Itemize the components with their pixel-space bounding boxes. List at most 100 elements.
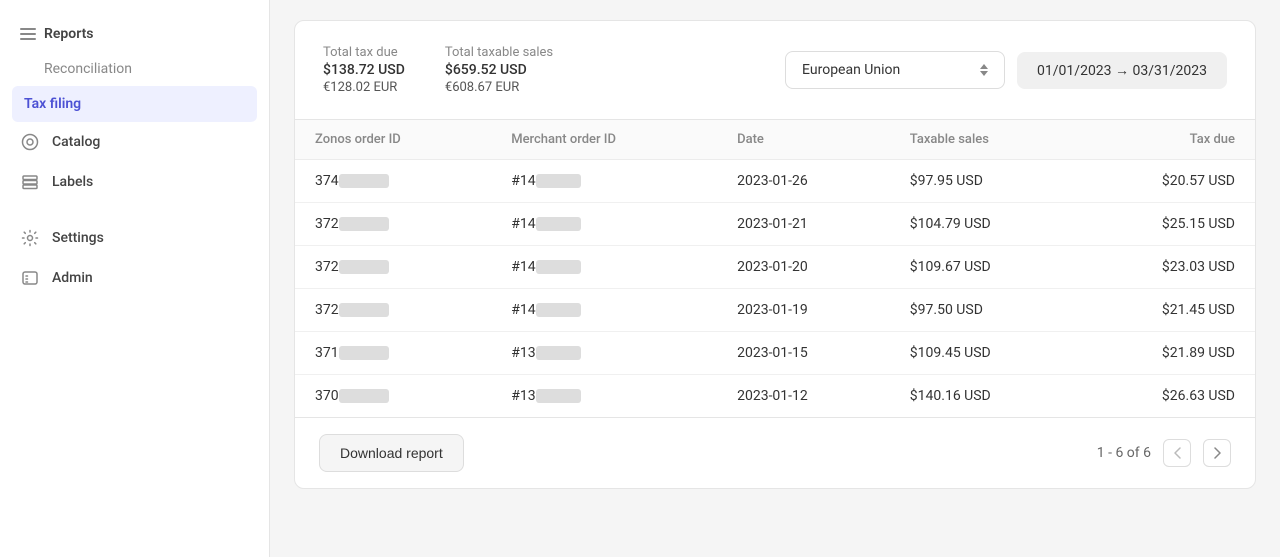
zonos-id-blur bbox=[339, 174, 389, 188]
merchant-id-blur bbox=[536, 303, 581, 317]
cell-tax-due: $21.45 USD bbox=[1079, 289, 1255, 332]
total-taxable-sales-block: Total taxable sales $659.52 USD €608.67 … bbox=[445, 45, 553, 95]
merchant-id-blur bbox=[536, 260, 581, 274]
chevron-right-icon bbox=[1214, 447, 1221, 459]
col-zonos-order-id: Zonos order ID bbox=[295, 120, 491, 160]
cell-date: 2023-01-26 bbox=[717, 160, 890, 203]
zonos-id-prefix: 372 bbox=[315, 302, 339, 318]
cell-tax-due: $25.15 USD bbox=[1079, 203, 1255, 246]
catalog-icon bbox=[20, 132, 40, 152]
cell-taxable-sales: $97.50 USD bbox=[890, 289, 1079, 332]
cell-zonos-id: 372 bbox=[295, 246, 491, 289]
merchant-id-blur bbox=[536, 217, 581, 231]
prev-page-button[interactable] bbox=[1163, 439, 1191, 467]
cell-zonos-id: 370 bbox=[295, 375, 491, 418]
download-report-button[interactable]: Download report bbox=[319, 434, 464, 472]
total-tax-due-usd: $138.72 USD bbox=[323, 62, 405, 78]
zonos-id-blur bbox=[339, 217, 389, 231]
merchant-id-blur bbox=[536, 346, 581, 360]
cell-tax-due: $26.63 USD bbox=[1079, 375, 1255, 418]
cell-zonos-id: 371 bbox=[295, 332, 491, 375]
date-range-selector[interactable]: 01/01/2023 → 03/31/2023 bbox=[1017, 52, 1227, 89]
cell-taxable-sales: $140.16 USD bbox=[890, 375, 1079, 418]
labels-icon bbox=[20, 172, 40, 192]
total-taxable-sales-label: Total taxable sales bbox=[445, 45, 553, 60]
select-chevrons-icon bbox=[980, 64, 988, 76]
cell-taxable-sales: $109.67 USD bbox=[890, 246, 1079, 289]
cell-merchant-id: #14 bbox=[491, 203, 717, 246]
admin-icon bbox=[20, 268, 40, 288]
sidebar-item-tax-filing[interactable]: Tax filing bbox=[12, 86, 257, 122]
pagination: 1 - 6 of 6 bbox=[1097, 439, 1231, 467]
region-select[interactable]: European Union bbox=[785, 51, 1005, 89]
sidebar-reports-section: Reports bbox=[0, 16, 269, 52]
cell-merchant-id: #13 bbox=[491, 332, 717, 375]
cell-merchant-id: #14 bbox=[491, 289, 717, 332]
zonos-id-blur bbox=[339, 303, 389, 317]
sidebar-item-labels[interactable]: Labels bbox=[0, 162, 269, 202]
total-taxable-sales-usd: $659.52 USD bbox=[445, 62, 553, 78]
card-footer: Download report 1 - 6 of 6 bbox=[295, 417, 1255, 488]
cell-tax-due: $20.57 USD bbox=[1079, 160, 1255, 203]
col-taxable-sales: Taxable sales bbox=[890, 120, 1079, 160]
cell-date: 2023-01-12 bbox=[717, 375, 890, 418]
cell-zonos-id: 372 bbox=[295, 203, 491, 246]
zonos-id-prefix: 371 bbox=[315, 345, 339, 361]
cell-zonos-id: 372 bbox=[295, 289, 491, 332]
merchant-id-prefix: #13 bbox=[511, 388, 535, 404]
zonos-id-blur bbox=[339, 346, 389, 360]
table-row: 370 #13 2023-01-12$140.16 USD$26.63 USD bbox=[295, 375, 1255, 418]
zonos-id-prefix: 372 bbox=[315, 259, 339, 275]
cell-merchant-id: #14 bbox=[491, 160, 717, 203]
settings-icon bbox=[20, 228, 40, 248]
sidebar: Reports Reconciliation Tax filing Catalo… bbox=[0, 0, 270, 557]
table-row: 374 #14 2023-01-26$97.95 USD$20.57 USD bbox=[295, 160, 1255, 203]
orders-table: Zonos order ID Merchant order ID Date Ta… bbox=[295, 120, 1255, 417]
total-taxable-sales-eur: €608.67 EUR bbox=[445, 80, 553, 95]
merchant-id-blur bbox=[536, 389, 581, 403]
cell-date: 2023-01-15 bbox=[717, 332, 890, 375]
col-date: Date bbox=[717, 120, 890, 160]
cell-merchant-id: #14 bbox=[491, 246, 717, 289]
sidebar-item-settings[interactable]: Settings bbox=[0, 218, 269, 258]
cell-taxable-sales: $109.45 USD bbox=[890, 332, 1079, 375]
main-content: Total tax due $138.72 USD €128.02 EUR To… bbox=[270, 0, 1280, 557]
next-page-button[interactable] bbox=[1203, 439, 1231, 467]
cell-tax-due: $23.03 USD bbox=[1079, 246, 1255, 289]
card-header: Total tax due $138.72 USD €128.02 EUR To… bbox=[295, 21, 1255, 120]
zonos-id-blur bbox=[339, 260, 389, 274]
zonos-id-prefix: 370 bbox=[315, 388, 339, 404]
sidebar-item-reconciliation[interactable]: Reconciliation bbox=[0, 52, 269, 86]
table-row: 372 #14 2023-01-21$104.79 USD$25.15 USD bbox=[295, 203, 1255, 246]
cell-taxable-sales: $104.79 USD bbox=[890, 203, 1079, 246]
table-container: Zonos order ID Merchant order ID Date Ta… bbox=[295, 120, 1255, 417]
table-header-row: Zonos order ID Merchant order ID Date Ta… bbox=[295, 120, 1255, 160]
pagination-text: 1 - 6 of 6 bbox=[1097, 445, 1151, 461]
table-row: 372 #14 2023-01-19$97.50 USD$21.45 USD bbox=[295, 289, 1255, 332]
zonos-id-blur bbox=[339, 389, 389, 403]
chevron-left-icon bbox=[1174, 447, 1181, 459]
total-tax-due-block: Total tax due $138.72 USD €128.02 EUR bbox=[323, 45, 405, 95]
table-row: 371 #13 2023-01-15$109.45 USD$21.89 USD bbox=[295, 332, 1255, 375]
total-tax-due-label: Total tax due bbox=[323, 45, 405, 60]
zonos-id-prefix: 374 bbox=[315, 173, 339, 189]
sidebar-item-catalog[interactable]: Catalog bbox=[0, 122, 269, 162]
reports-icon bbox=[20, 28, 36, 40]
header-controls: European Union 01/01/2023 → 03/31/2023 bbox=[785, 51, 1227, 89]
sidebar-item-admin[interactable]: Admin bbox=[0, 258, 269, 298]
merchant-id-prefix: #14 bbox=[511, 173, 535, 189]
cell-date: 2023-01-19 bbox=[717, 289, 890, 332]
table-row: 372 #14 2023-01-20$109.67 USD$23.03 USD bbox=[295, 246, 1255, 289]
col-merchant-order-id: Merchant order ID bbox=[491, 120, 717, 160]
merchant-id-prefix: #14 bbox=[511, 216, 535, 232]
merchant-id-prefix: #14 bbox=[511, 259, 535, 275]
region-selected-label: European Union bbox=[802, 62, 900, 78]
merchant-id-prefix: #14 bbox=[511, 302, 535, 318]
cell-zonos-id: 374 bbox=[295, 160, 491, 203]
cell-merchant-id: #13 bbox=[491, 375, 717, 418]
merchant-id-prefix: #13 bbox=[511, 345, 535, 361]
merchant-id-blur bbox=[536, 174, 581, 188]
cell-date: 2023-01-20 bbox=[717, 246, 890, 289]
cell-date: 2023-01-21 bbox=[717, 203, 890, 246]
reports-label: Reports bbox=[44, 26, 94, 42]
